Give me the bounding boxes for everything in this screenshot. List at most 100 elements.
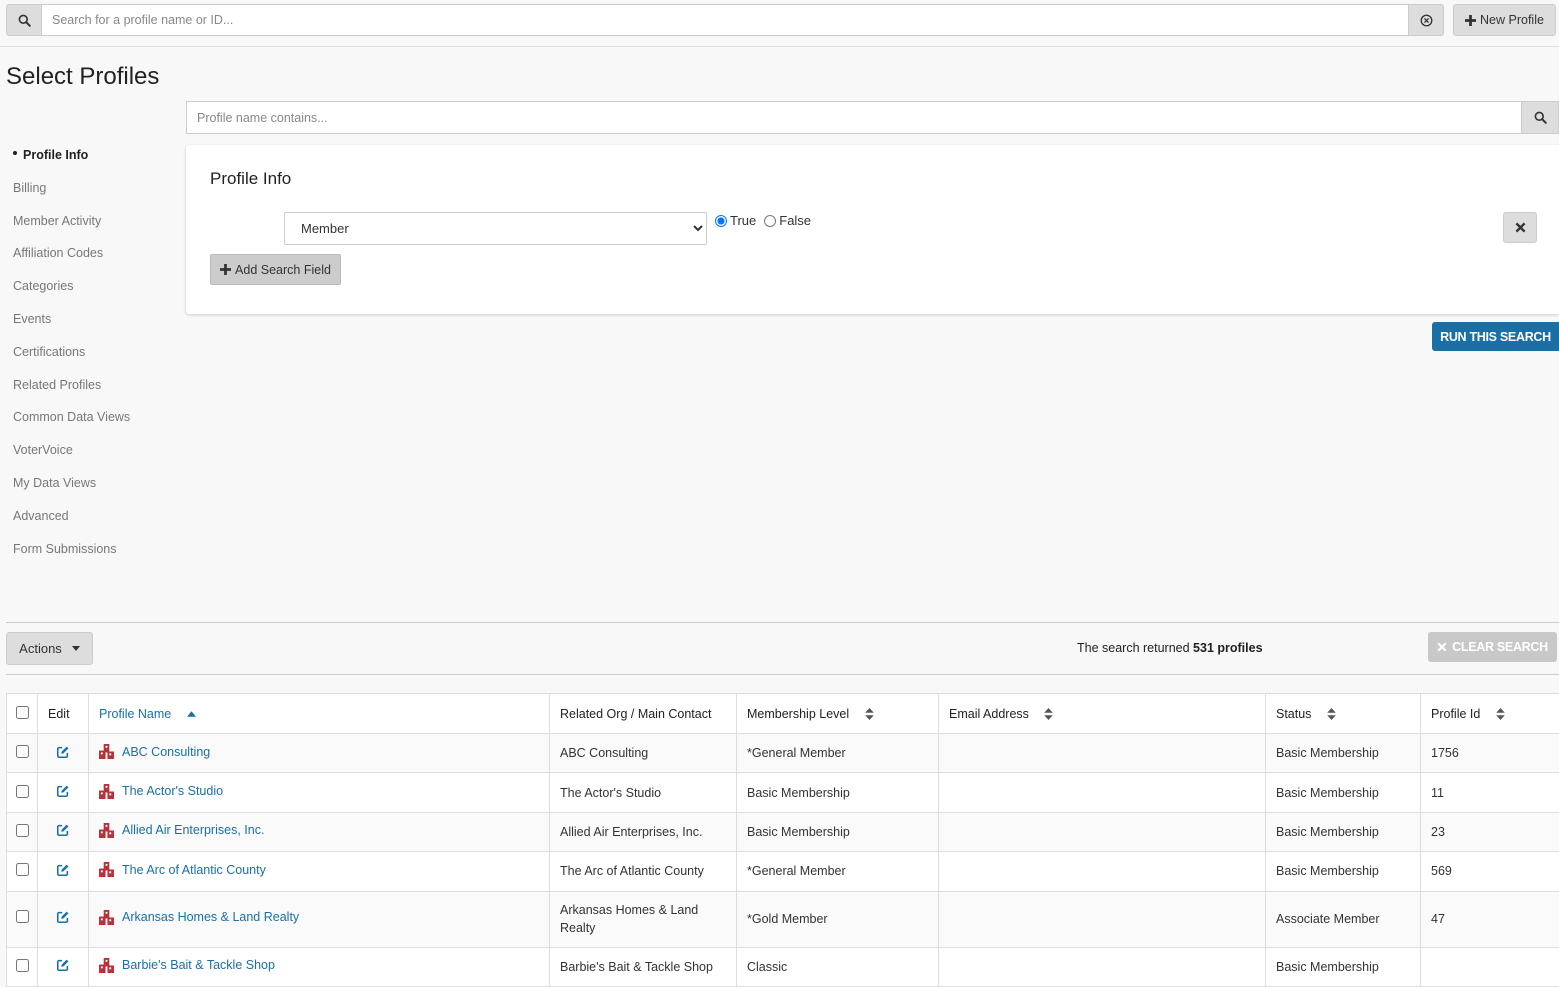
true-false-radio-group: True False [715,213,819,228]
profile-name-cell: Arkansas Homes & Land Realty [89,891,550,947]
row-checkbox[interactable] [16,863,29,876]
new-profile-button[interactable]: New Profile [1453,4,1556,36]
results-table: Edit Profile Name Related Org / Main Con… [6,693,1559,987]
email-cell [939,852,1266,891]
edit-icon[interactable] [56,745,70,759]
status-cell: Basic Membership [1266,773,1421,812]
nav-item-billing[interactable]: Billing [0,174,180,207]
column-header-email[interactable]: Email Address [939,694,1266,734]
search-field-select[interactable]: Member [284,212,707,245]
column-header-membership-level[interactable]: Membership Level [737,694,939,734]
nav-item-member-activity[interactable]: Member Activity [0,207,180,240]
edit-icon[interactable] [56,784,70,798]
page-title: Select Profiles [6,63,159,91]
table-row: The Actor's Studio The Actor's Studio Ba… [7,773,1559,812]
email-cell [939,947,1266,986]
sort-icon [865,708,874,720]
row-checkbox[interactable] [16,910,29,923]
edit-icon[interactable] [56,958,70,972]
related-org-cell: Barbie's Bait & Tackle Shop [550,947,737,986]
profile-id-cell: 1756 [1421,734,1559,773]
nav-item-affiliation-codes[interactable]: Affiliation Codes [0,239,180,272]
close-icon [1437,642,1447,652]
status-cell: Basic Membership [1266,812,1421,851]
result-count: The search returned 531 profiles [1077,641,1263,655]
row-edit-cell [38,947,89,986]
edit-icon[interactable] [56,863,70,877]
actions-dropdown-button[interactable]: Actions [6,632,93,665]
profile-id-cell: 23 [1421,812,1559,851]
sort-asc-icon [187,711,196,717]
result-count-value: 531 profiles [1193,641,1262,655]
sort-icon [1044,708,1053,720]
profile-id-cell: 569 [1421,852,1559,891]
plus-icon [220,264,231,275]
profile-link[interactable]: Arkansas Homes & Land Realty [99,908,299,926]
select-all-checkbox[interactable] [16,706,29,719]
profile-link[interactable]: ABC Consulting [99,744,210,759]
column-header-status[interactable]: Status [1266,694,1421,734]
status-cell: Basic Membership [1266,852,1421,891]
organization-icon [99,862,114,877]
profile-link[interactable]: The Arc of Atlantic County [99,862,266,877]
row-checkbox[interactable] [16,785,29,798]
row-checkbox[interactable] [16,959,29,972]
radio-true-input[interactable] [715,215,727,227]
nav-item-form-submissions[interactable]: Form Submissions [0,535,180,568]
membership-level-cell: *General Member [737,852,939,891]
email-cell [939,891,1266,947]
column-header-edit: Edit [38,694,89,734]
clear-search-button[interactable]: CLEAR SEARCH [1428,632,1557,662]
column-header-profile-id[interactable]: Profile Id [1421,694,1559,734]
organization-icon [99,910,114,925]
status-cell: Associate Member [1266,891,1421,947]
add-search-field-button[interactable]: Add Search Field [210,254,341,285]
table-row: Arkansas Homes & Land Realty Arkansas Ho… [7,891,1559,947]
edit-icon[interactable] [56,823,70,837]
related-org-cell: Arkansas Homes & Land Realty [550,891,737,947]
profile-search-input[interactable] [41,4,1409,36]
row-select-cell [7,852,38,891]
circle-x-icon [1420,14,1433,27]
remove-search-field-button[interactable] [1503,212,1537,243]
membership-level-cell: Classic [737,947,939,986]
profile-link[interactable]: Allied Air Enterprises, Inc. [99,823,264,838]
profile-id-cell: 11 [1421,773,1559,812]
sort-icon [1327,708,1336,720]
radio-true[interactable]: True [715,213,756,228]
membership-level-cell: *Gold Member [737,891,939,947]
clear-search-input-button[interactable] [1408,4,1444,36]
email-cell [939,773,1266,812]
column-header-profile-name[interactable]: Profile Name [89,694,550,734]
row-select-cell [7,812,38,851]
radio-false[interactable]: False [764,213,811,228]
nav-item-my-data-views[interactable]: My Data Views [0,469,180,502]
profile-link[interactable]: Barbie's Bait & Tackle Shop [99,958,275,973]
email-cell [939,734,1266,773]
nav-item-events[interactable]: Events [0,305,180,338]
nav-item-common-data-views[interactable]: Common Data Views [0,403,180,436]
run-search-button[interactable]: RUN THIS SEARCH [1432,322,1559,351]
nav-item-advanced[interactable]: Advanced [0,502,180,535]
nav-item-related-profiles[interactable]: Related Profiles [0,371,180,404]
profile-name-filter-input[interactable] [186,101,1522,134]
nav-item-categories[interactable]: Categories [0,272,180,305]
top-search-button[interactable] [6,4,42,36]
row-checkbox[interactable] [16,745,29,758]
email-cell [939,812,1266,851]
radio-false-input[interactable] [764,215,776,227]
row-checkbox[interactable] [16,824,29,837]
nav-item-certifications[interactable]: Certifications [0,338,180,371]
status-cell: Basic Membership [1266,947,1421,986]
search-category-nav: Profile Info Billing Member Activity Aff… [0,141,180,567]
search-icon [18,14,31,27]
nav-item-profile-info[interactable]: Profile Info [0,141,180,174]
organization-icon [99,958,114,973]
edit-icon[interactable] [56,910,70,924]
nav-item-votervoice[interactable]: VoterVoice [0,436,180,469]
row-select-cell [7,947,38,986]
profile-name-search-button[interactable] [1521,101,1559,134]
profile-link[interactable]: The Actor's Studio [99,784,223,799]
table-row: ABC Consulting ABC Consulting *General M… [7,734,1559,773]
divider [6,674,1559,675]
